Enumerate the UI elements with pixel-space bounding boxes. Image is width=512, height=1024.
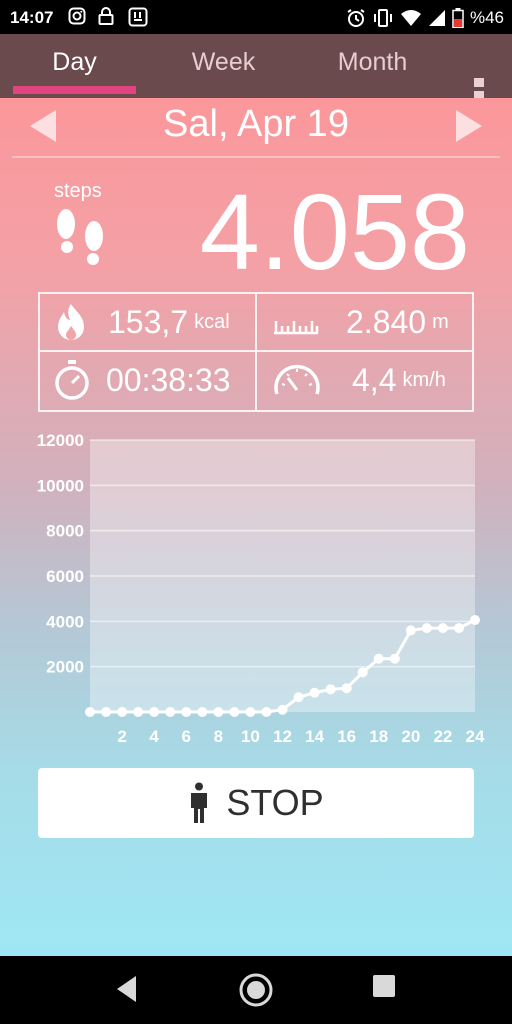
chart-point [245, 707, 256, 717]
date-label: Sal, Apr 19 [163, 103, 349, 145]
chart-point [133, 707, 144, 717]
tab-day[interactable]: Day [0, 34, 149, 98]
chart-x-tick: 8 [214, 727, 223, 746]
status-right-group: %46 [346, 8, 504, 28]
chart-x-tick: 14 [305, 727, 324, 746]
vibrate-icon [373, 9, 392, 27]
navigation-bar [0, 956, 512, 1024]
calories-value: 153,7 [108, 303, 189, 340]
chart-x-tick: 20 [401, 727, 420, 746]
recents-icon[interactable] [372, 974, 396, 998]
tab-week[interactable]: Week [149, 34, 298, 98]
chart-point [165, 707, 176, 717]
chart-x-tick: 2 [117, 727, 126, 746]
chart-y-tick: 10000 [37, 476, 84, 495]
chart-point [197, 707, 208, 717]
flame-icon [58, 304, 84, 340]
chart-y-tick: 4000 [46, 612, 84, 631]
chart-x-tick: 4 [149, 727, 159, 746]
tab-month-label: Month [337, 48, 408, 76]
speedometer-icon [274, 364, 320, 395]
chart-point [453, 623, 464, 634]
speed-value: 4,4 [352, 361, 397, 398]
chart-x-tick: 16 [337, 727, 356, 746]
date-navigator: Sal, Apr 19 [0, 98, 512, 156]
stop-button[interactable]: STOP [38, 768, 474, 838]
main-content: Sal, Apr 19 steps 4.058 153,7 kcal 2.840 [0, 98, 512, 956]
calories-stat: 153,7 kcal [52, 294, 230, 350]
chart-point [437, 623, 448, 634]
status-bar: 14:07 %46 [0, 0, 512, 34]
stopwatch-icon [55, 360, 89, 400]
distance-value: 2.840 [346, 303, 427, 340]
calories-unit: kcal [194, 310, 230, 333]
chart-point [341, 683, 352, 694]
tab-month[interactable]: Month [298, 34, 447, 98]
wifi-icon [400, 10, 421, 26]
steps-count: 4.058 [199, 171, 470, 292]
vibrate-app-icon [128, 7, 148, 27]
chart-x-tick: 24 [466, 727, 485, 746]
alarm-icon [347, 9, 365, 27]
chart-x-tick: 6 [182, 727, 191, 746]
chart-point [389, 653, 400, 664]
chart-point [421, 623, 432, 634]
chart-y-tick: 2000 [46, 658, 84, 677]
instagram-icon [68, 7, 86, 25]
chart-point [293, 692, 304, 703]
steps-label: steps [54, 180, 102, 202]
chart-point [101, 707, 112, 717]
chart-point [149, 707, 160, 717]
distance-unit: m [432, 310, 449, 333]
chart-x-tick: 12 [273, 727, 292, 746]
duration-stat: 00:38:33 [52, 352, 231, 408]
chart-point [470, 615, 480, 626]
chart-point [117, 707, 128, 717]
speed-stat: 4,4 km/h [272, 352, 446, 408]
chart-point [277, 704, 288, 715]
chart-y-tick: 12000 [37, 431, 84, 450]
steps-chart: 200040006000800010000120002 4 6 8 10 12 14 16 18… [37, 431, 485, 746]
chart-point [213, 707, 224, 717]
chart-x-tick: 10 [241, 727, 260, 746]
distance-stat: 2.840 m [272, 294, 449, 350]
chart-point [85, 707, 95, 717]
battery-percent: %46 [469, 8, 504, 27]
status-time: 14:07 [10, 8, 54, 27]
stop-button-label: STOP [226, 782, 324, 823]
chart-point [261, 707, 272, 717]
chart-point [325, 684, 336, 695]
chart-x-tick: 22 [433, 727, 452, 746]
chart-point [357, 667, 368, 678]
chart-x-tick: 18 [369, 727, 388, 746]
signal-icon [428, 10, 445, 26]
stats-divider-vertical [255, 294, 257, 410]
chart-y-tick: 8000 [46, 522, 84, 541]
stats-grid: 153,7 kcal 2.840 m 00:38:33 4,4 km/h [38, 292, 474, 412]
footprints-icon [57, 209, 103, 265]
chart-y-tick: 6000 [46, 567, 84, 586]
battery-icon [452, 8, 464, 28]
next-day-icon[interactable] [454, 108, 484, 144]
tab-bar: Day Week Month [0, 34, 512, 113]
person-icon [191, 782, 208, 823]
lock-icon [98, 7, 114, 25]
tab-week-label: Week [191, 48, 256, 76]
divider [12, 156, 500, 158]
back-icon[interactable] [114, 974, 140, 1004]
home-icon[interactable] [238, 972, 274, 1008]
ruler-icon [274, 321, 319, 335]
chart-point [229, 707, 240, 717]
chart-point [373, 653, 384, 664]
chart-point [309, 687, 320, 698]
chart-point [181, 707, 192, 717]
tab-day-label: Day [52, 48, 97, 76]
chart-point [405, 625, 416, 636]
duration-value: 00:38:33 [106, 361, 231, 398]
speed-unit: km/h [402, 368, 446, 391]
